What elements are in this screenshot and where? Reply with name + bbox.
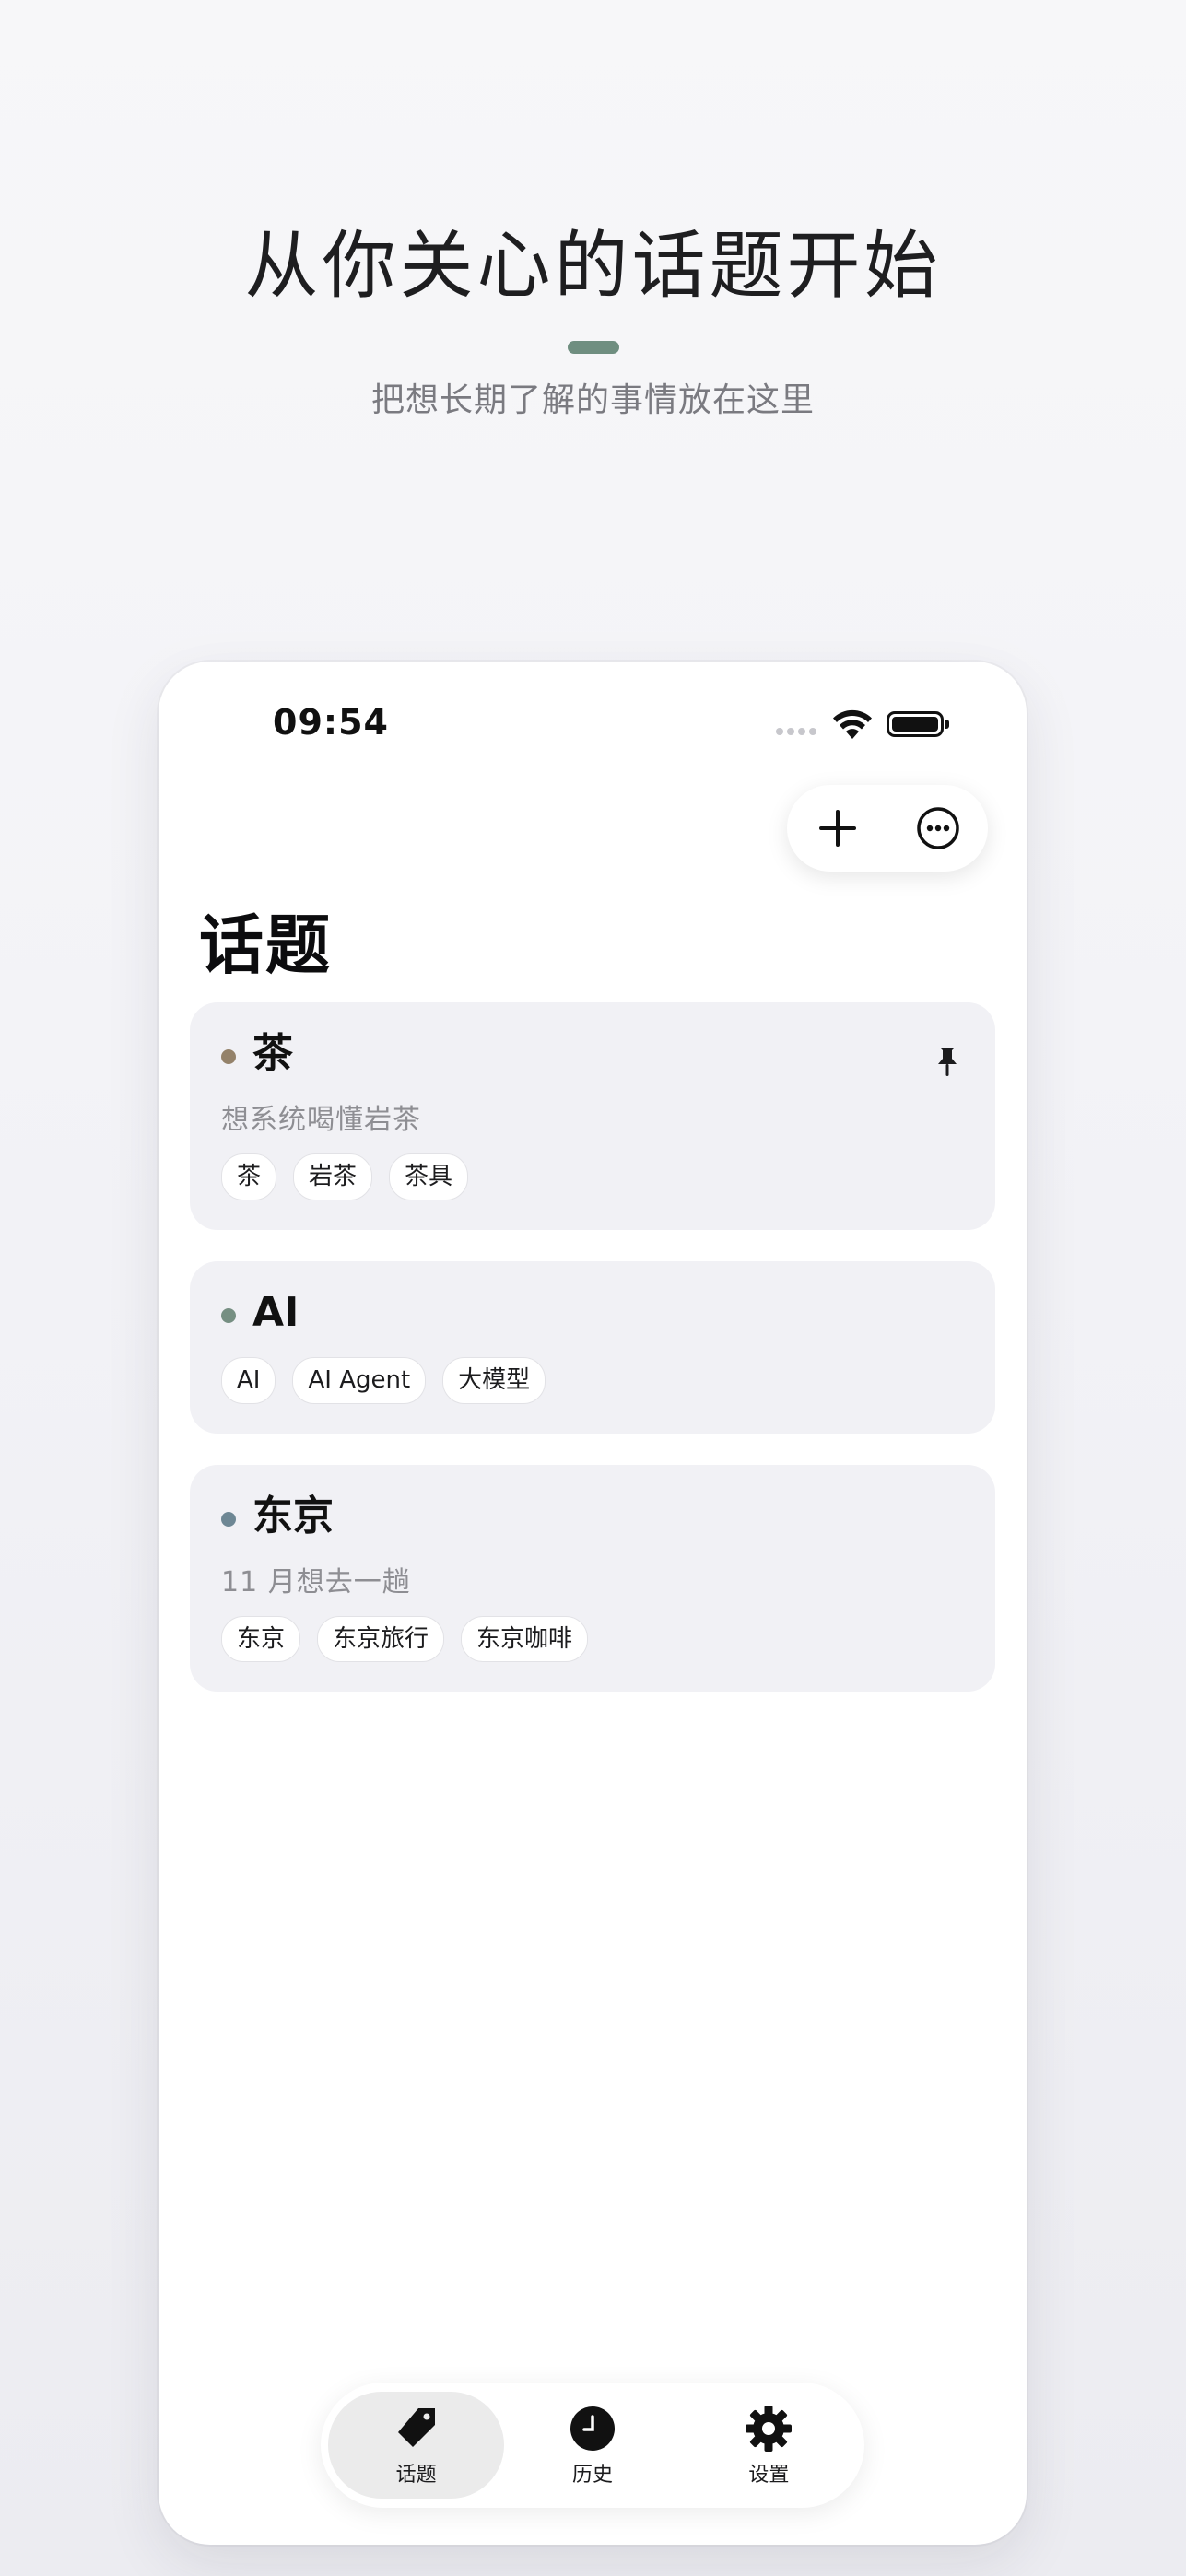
tab-label: 话题: [395, 2464, 437, 2487]
add-topic-button[interactable]: [810, 801, 865, 856]
status-time: 09:54: [273, 702, 389, 743]
tag-list: 茶 岩茶 茶具: [221, 1153, 964, 1200]
battery-tip: [945, 720, 949, 729]
topic-color-dot: [221, 1049, 236, 1065]
pin-icon[interactable]: [933, 1045, 962, 1078]
tag-list: AI AI Agent 大模型: [221, 1357, 964, 1404]
tag-chip[interactable]: 岩茶: [293, 1153, 373, 1200]
toolbar-pill: [787, 785, 988, 872]
tab-label: 设置: [748, 2464, 790, 2487]
topic-card-tea[interactable]: 茶 想系统喝懂岩茶 茶 岩茶 茶具: [190, 1002, 995, 1230]
tag-chip[interactable]: 东京旅行: [317, 1615, 445, 1663]
page-title: 话题: [199, 907, 332, 983]
cellular-signal-icon: [776, 728, 816, 735]
hero-subtitle: 把想长期了解的事情放在这里: [370, 381, 815, 419]
bottom-tab-bar: 话题 历史 设置: [321, 2383, 864, 2508]
plus-icon: [818, 810, 856, 847]
tag-chip[interactable]: 茶: [221, 1153, 277, 1200]
topic-description: 11 月想去一趟: [221, 1565, 411, 1598]
topic-list: 茶 想系统喝懂岩茶 茶 岩茶 茶具 AI AI AI Agent 大模型 东京 …: [190, 1002, 995, 1723]
topic-name: 东京: [252, 1492, 334, 1540]
topic-color-dot: [221, 1307, 236, 1323]
topic-color-dot: [221, 1511, 236, 1527]
tag-icon: [397, 2408, 435, 2447]
gear-icon: [746, 2406, 793, 2452]
ellipsis-circle-icon: [916, 807, 959, 849]
hero-accent-bar: [568, 341, 619, 354]
battery-icon: [887, 711, 944, 737]
phone-frame: 09:54 话题 茶 想系统喝懂岩茶 茶 岩茶 茶具 AI AI AI Agen…: [159, 662, 1027, 2545]
topic-name: 茶: [252, 1030, 293, 1077]
wifi-icon: [833, 709, 872, 739]
topic-name: AI: [252, 1288, 299, 1336]
tag-chip[interactable]: 东京: [221, 1615, 301, 1663]
tab-history[interactable]: 历史: [504, 2392, 680, 2499]
tag-chip[interactable]: 大模型: [442, 1357, 546, 1404]
tag-list: 东京 东京旅行 东京咖啡: [221, 1615, 964, 1663]
tab-settings[interactable]: 设置: [681, 2392, 857, 2499]
tag-chip[interactable]: AI Agent: [292, 1357, 427, 1404]
topic-description: 想系统喝懂岩茶: [221, 1104, 421, 1137]
tab-label: 历史: [571, 2464, 613, 2487]
tag-chip[interactable]: 茶具: [389, 1153, 469, 1200]
topic-card-tokyo[interactable]: 东京 11 月想去一趟 东京 东京旅行 东京咖啡: [190, 1464, 995, 1692]
tag-chip[interactable]: 东京咖啡: [461, 1615, 589, 1663]
more-options-button[interactable]: [910, 801, 966, 856]
tag-chip[interactable]: AI: [221, 1357, 276, 1404]
topic-card-ai[interactable]: AI AI AI Agent 大模型: [190, 1260, 995, 1434]
clock-icon: [570, 2406, 615, 2451]
tab-topics[interactable]: 话题: [328, 2392, 505, 2499]
hero-title: 从你关心的话题开始: [244, 223, 942, 309]
